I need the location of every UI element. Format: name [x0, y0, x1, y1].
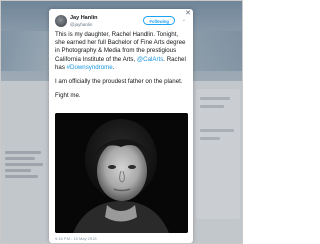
chevron-down-icon[interactable]: ⌄	[182, 17, 186, 23]
tweet-text: This is my daughter, Rachel Handlin. Ton…	[55, 31, 189, 106]
tweet-paragraph-3: Fight me.	[55, 92, 81, 100]
avatar[interactable]	[55, 15, 67, 27]
tweet-text-part: .	[112, 63, 115, 71]
tweet-timestamp[interactable]: 9:18 PM - 15 May 2018	[55, 236, 97, 241]
close-icon[interactable]: ✕	[185, 10, 191, 18]
following-button[interactable]: Following	[143, 16, 175, 25]
tweet-paragraph-2: I am officially the proudest father on t…	[55, 78, 183, 86]
tweet-modal: ✕ Jay Hanlin @jayhanlin Following ⌄ This…	[49, 9, 193, 243]
author-name[interactable]: Jay Hanlin	[70, 15, 98, 21]
author-handle[interactable]: @jayhanlin	[70, 22, 92, 27]
portrait-photo	[55, 113, 188, 233]
hashtag-link[interactable]: #Downsyndrome	[67, 64, 113, 71]
tweet-photo[interactable]	[55, 113, 188, 233]
screenshot-frame: ✕ Jay Hanlin @jayhanlin Following ⌄ This…	[0, 0, 243, 244]
mention-link[interactable]: @CalArts	[137, 56, 163, 63]
tweet-paragraph-1: This is my daughter, Rachel Handlin. Ton…	[55, 31, 189, 72]
